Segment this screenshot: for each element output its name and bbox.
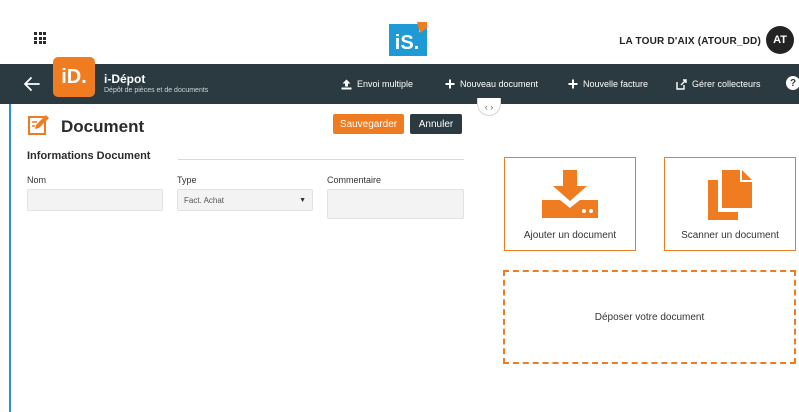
nouvelle-facture-label: Nouvelle facture <box>583 79 649 89</box>
type-select-value: Fact. Achat <box>184 195 225 205</box>
name-input[interactable] <box>27 189 163 211</box>
gerer-collecteurs-button[interactable]: Gérer collecteurs <box>676 75 761 93</box>
save-button[interactable]: Sauvegarder <box>333 114 404 134</box>
scan-document-card[interactable]: Scanner un document <box>664 157 796 251</box>
drop-zone-label: Déposer votre document <box>594 311 705 323</box>
comment-textarea[interactable] <box>327 189 464 219</box>
section-title: Informations Document <box>27 150 151 162</box>
apps-grid-icon[interactable] <box>34 32 46 44</box>
nouveau-document-button[interactable]: Nouveau document <box>445 75 538 93</box>
nouveau-document-label: Nouveau document <box>460 79 539 89</box>
is-logo-text: iS. <box>395 32 419 54</box>
type-label: Type <box>177 175 197 185</box>
edit-document-icon <box>28 115 49 135</box>
nouvelle-facture-button[interactable]: Nouvelle facture <box>568 75 648 93</box>
download-tray-icon <box>542 170 598 218</box>
plus-icon <box>568 79 578 89</box>
help-icon[interactable]: ? <box>786 76 799 90</box>
plus-icon <box>445 79 455 89</box>
collapse-handle[interactable]: ‹ › <box>477 98 501 116</box>
type-select[interactable]: Fact. Achat ▼ <box>177 189 313 211</box>
app-title: i-Dépot <box>104 72 146 86</box>
top-bar: iS. LA TOUR D'AIX (ATOUR_DD) AT <box>0 0 799 64</box>
page-title: Document <box>61 117 145 136</box>
comment-label: Commentaire <box>327 175 382 185</box>
scan-document-label: Scanner un document <box>681 230 779 241</box>
back-arrow-icon[interactable] <box>23 76 41 92</box>
add-document-label: Ajouter un document <box>523 230 617 241</box>
section-divider <box>178 159 464 160</box>
cancel-button[interactable]: Annuler <box>410 114 462 134</box>
avatar[interactable]: AT <box>766 26 794 54</box>
drop-zone[interactable]: Déposer votre document <box>503 270 796 364</box>
upload-icon <box>341 79 352 89</box>
is-logo: iS. <box>389 22 427 56</box>
app-bar: i-Dépot Dépôt de pièces et de documents … <box>0 64 799 104</box>
app-subtitle: Dépôt de pièces et de documents <box>104 87 209 94</box>
copy-documents-icon <box>708 170 752 220</box>
gerer-collecteurs-label: Gérer collecteurs <box>692 79 761 89</box>
id-app-badge: iD. <box>53 57 95 97</box>
add-document-card[interactable]: Ajouter un document <box>504 157 636 251</box>
user-name[interactable]: LA TOUR D'AIX (ATOUR_DD) <box>619 36 761 47</box>
dropdown-caret-icon: ▼ <box>299 196 306 204</box>
external-edit-icon <box>676 78 687 90</box>
name-label: Nom <box>27 175 47 185</box>
envoi-multiple-button[interactable]: Envoi multiple <box>341 75 413 93</box>
envoi-multiple-label: Envoi multiple <box>357 79 414 89</box>
